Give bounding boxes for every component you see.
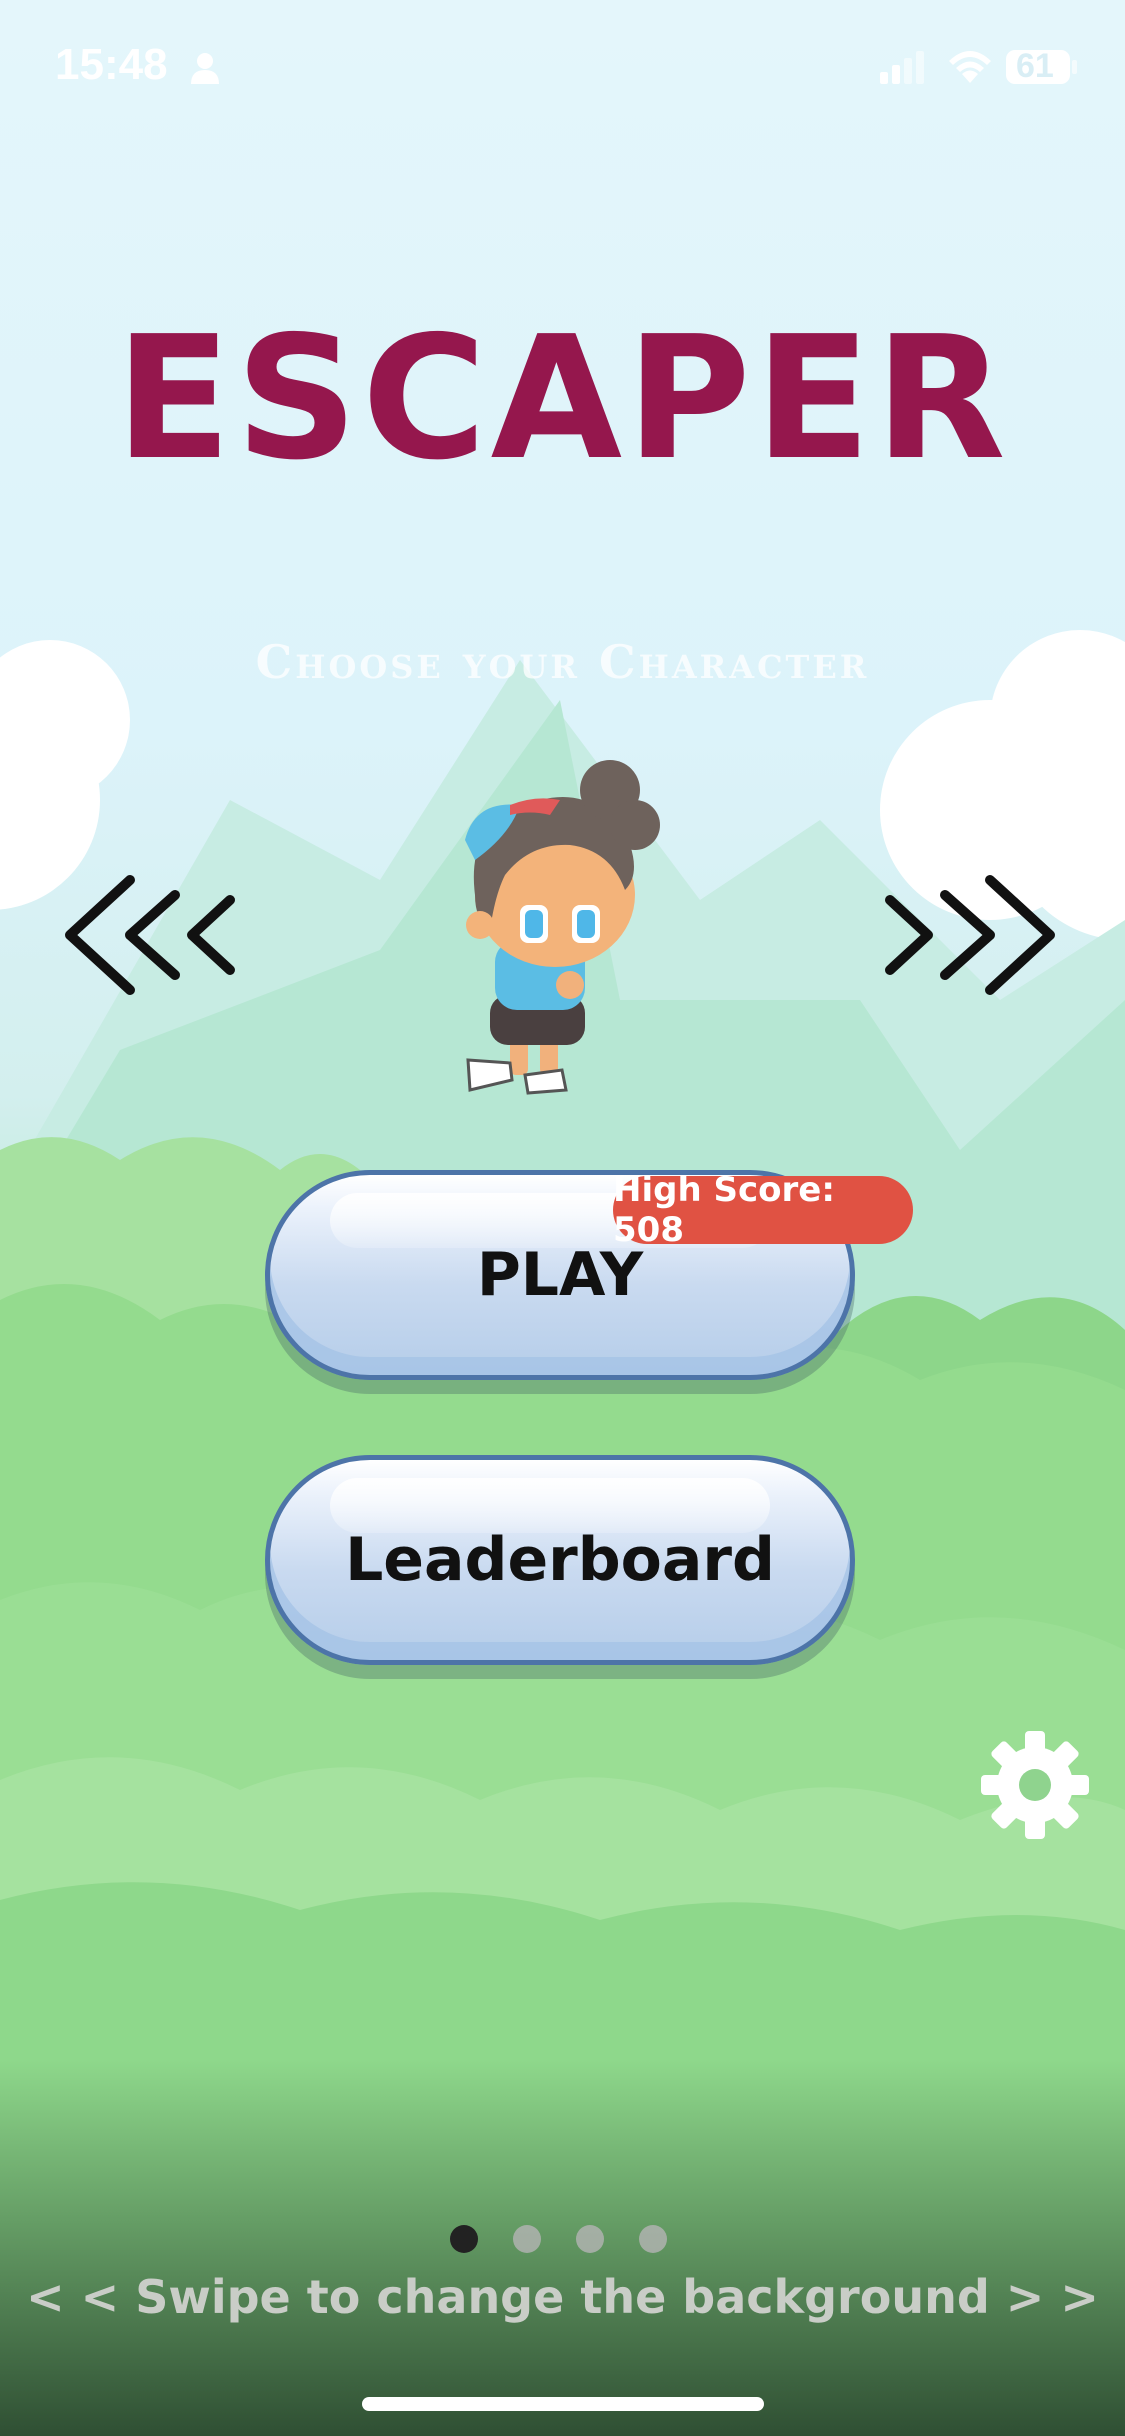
background-page-indicator[interactable] [450,2225,667,2253]
leaderboard-button[interactable]: Leaderboard [265,1455,855,1665]
person-icon [191,53,219,84]
page-dot[interactable] [639,2225,667,2253]
game-screen: 15:48 61 ESCAPER Choose your Character P… [0,0,1125,2436]
home-indicator[interactable] [362,2397,764,2411]
leaderboard-button-label: Leaderboard [345,1525,775,1595]
previous-character-button[interactable] [60,870,240,1000]
page-dot[interactable] [576,2225,604,2253]
game-title: ESCAPER [115,300,1010,498]
character-sprite[interactable] [440,755,680,1105]
gear-icon [981,1731,1089,1839]
high-score-badge: High Score: 508 [613,1170,913,1250]
page-dot[interactable] [450,2225,478,2253]
wifi-icon [949,51,991,83]
swipe-hint: < < Swipe to change the background > > [26,2270,1099,2324]
triple-chevron-right-icon [885,875,1055,995]
next-character-button[interactable] [880,870,1060,1000]
choose-character-label: Choose your Character [255,635,870,689]
status-time: 15:48 [55,40,168,89]
triple-chevron-left-icon [65,875,235,995]
page-dot[interactable] [513,2225,541,2253]
play-button-label: PLAY [476,1240,644,1310]
signal-icon [880,51,924,84]
battery-level: 61 [1016,47,1054,85]
settings-button[interactable] [975,1725,1095,1845]
